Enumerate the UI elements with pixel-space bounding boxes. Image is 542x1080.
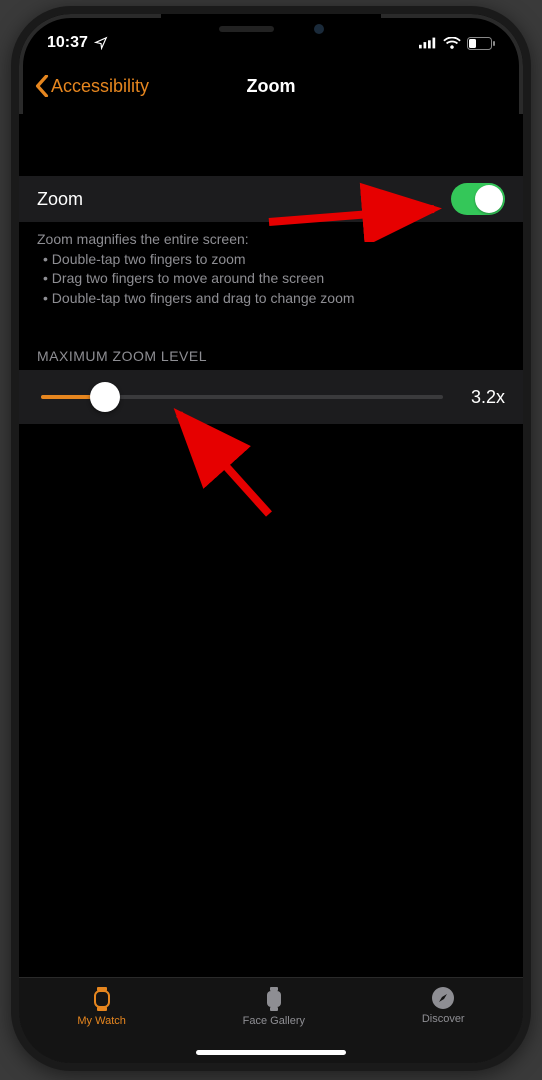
home-indicator[interactable] [196,1050,346,1055]
tab-label: Discover [422,1013,465,1025]
zoom-cell[interactable]: Zoom [19,176,523,222]
tab-my-watch[interactable]: My Watch [77,986,126,1027]
location-icon [94,36,108,50]
slider-value: 3.2x [461,387,505,408]
tab-label: Face Gallery [243,1015,305,1027]
battery-icon [467,37,495,50]
slider-thumb[interactable] [90,382,120,412]
navbar: Accessibility Zoom [19,58,523,114]
status-time: 10:37 [47,34,88,52]
gallery-icon [262,986,286,1012]
content: Zoom Zoom magnifies the entire screen: D… [19,114,523,977]
tab-discover[interactable]: Discover [422,986,465,1025]
wifi-icon [443,37,461,50]
cell-signal-icon [419,37,437,49]
tab-label: My Watch [77,1015,126,1027]
zoom-switch[interactable] [451,183,505,215]
switch-knob [475,185,503,213]
back-label: Accessibility [51,76,149,97]
max-zoom-slider[interactable] [41,395,443,399]
slider-header: MAXIMUM ZOOM LEVEL [19,348,523,370]
watch-icon [90,986,114,1012]
back-button[interactable]: Accessibility [35,75,149,97]
footer-item: Drag two fingers to move around the scre… [37,269,505,289]
footer-item: Double-tap two fingers to zoom [37,250,505,270]
zoom-footer: Zoom magnifies the entire screen: Double… [19,222,523,308]
tab-face-gallery[interactable]: Face Gallery [243,986,305,1027]
compass-icon [431,986,455,1010]
footer-item: Double-tap two fingers and drag to chang… [37,289,505,309]
chevron-left-icon [35,75,49,97]
max-zoom-slider-cell: 3.2x [19,370,523,424]
footer-intro: Zoom magnifies the entire screen: [37,230,505,250]
zoom-label: Zoom [37,189,83,210]
page-title: Zoom [247,76,296,97]
